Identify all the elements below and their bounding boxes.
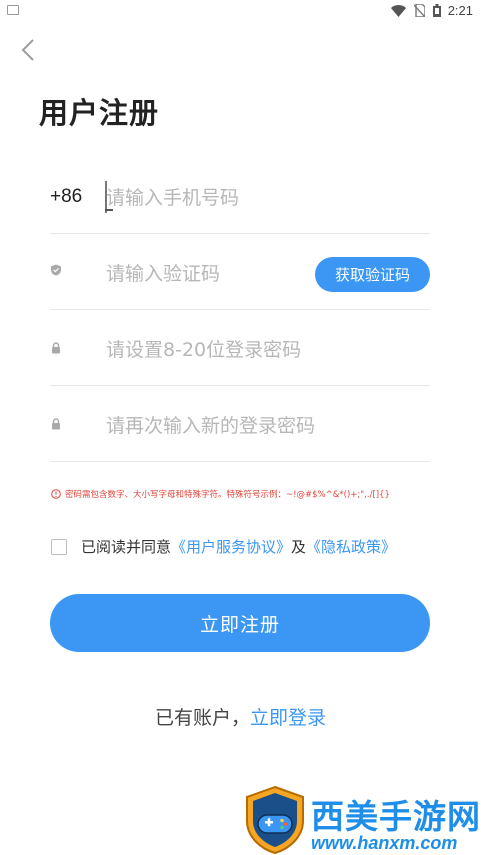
cursor-handle — [105, 209, 113, 211]
no-sim-icon — [414, 4, 425, 17]
password-hint: 密码需包含数字、大小写字母和特殊字符。特殊符号示例：~!@#$%^&*()+;"… — [51, 488, 390, 500]
phone-row: +86 — [50, 163, 430, 234]
page-title: 用户注册 — [39, 96, 160, 130]
confirm-password-row — [50, 391, 430, 462]
watermark: 西美手游网 www.hanxm.com — [241, 785, 481, 855]
password-hint-text: 密码需包含数字、大小写字母和特殊字符。特殊符号示例：~!@#$%^&*()+;"… — [65, 490, 390, 500]
chevron-left-icon — [21, 39, 34, 61]
watermark-url: www.hanxm.com — [311, 833, 458, 853]
watermark-title: 西美手游网 — [311, 797, 481, 836]
clock: 2:21 — [447, 3, 473, 18]
login-link[interactable]: 立即登录 — [250, 707, 326, 729]
status-icons — [391, 4, 441, 17]
back-button[interactable] — [14, 35, 44, 65]
country-code[interactable]: +86 — [50, 186, 82, 208]
battery-icon — [433, 4, 441, 17]
gamepad-shield-logo-icon — [246, 785, 304, 855]
agreement-row: 已阅读并同意 《用户服务协议》 及 《隐私政策》 — [51, 536, 396, 557]
status-bar: 2:21 — [0, 0, 481, 22]
wifi-icon — [391, 4, 406, 17]
verify-code-input[interactable] — [106, 257, 336, 291]
agreement-checkbox[interactable] — [51, 538, 67, 555]
agreement-prefix: 已阅读并同意 — [81, 538, 172, 556]
register-button[interactable]: 立即注册 — [50, 594, 430, 652]
verify-code-row: 获取验证码 — [50, 239, 430, 310]
password-input[interactable] — [106, 333, 336, 367]
phone-input[interactable] — [106, 181, 336, 215]
notification-icon — [7, 5, 19, 15]
password-row — [50, 315, 430, 386]
get-code-button[interactable]: 获取验证码 — [315, 257, 430, 292]
privacy-policy-link[interactable]: 《隐私政策》 — [306, 536, 396, 557]
shield-icon — [51, 264, 61, 276]
confirm-password-input[interactable] — [106, 409, 336, 443]
info-icon — [51, 489, 61, 499]
user-agreement-link[interactable]: 《用户服务协议》 — [171, 536, 291, 557]
lock-icon — [52, 418, 60, 430]
agreement-and: 及 — [291, 538, 307, 556]
lock-icon — [52, 342, 60, 354]
login-prompt: 已有账户，立即登录 — [0, 703, 481, 730]
login-prompt-text: 已有账户， — [154, 707, 250, 729]
